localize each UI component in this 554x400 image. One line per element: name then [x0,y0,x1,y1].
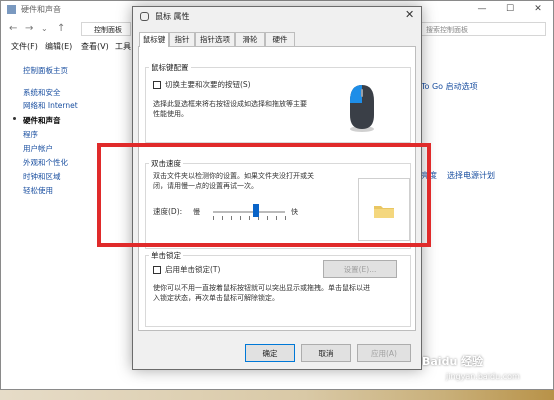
menu-file[interactable]: 文件(F) [11,41,38,52]
close-button[interactable]: ✕ [525,2,551,17]
menu-edit[interactable]: 编辑(E) [45,41,72,52]
to-go-startup-link[interactable]: To Go 启动选项 [421,81,478,92]
dialog-title: 鼠标 属性 [155,12,190,21]
address-field[interactable]: 控制面板 [81,22,131,36]
click-lock-checkbox[interactable] [153,266,161,274]
click-lock-settings-button[interactable]: 设置(E)... [323,260,397,278]
sidebar-item-accounts[interactable]: 用户帐户 [23,143,53,154]
up-arrow-icon[interactable]: ↑ [57,23,65,34]
menu-view[interactable]: 查看(V) [81,41,109,52]
sidebar-item-home[interactable]: 控制面板主页 [23,65,68,76]
click-lock-label[interactable]: 启用单击锁定(T) [165,265,220,275]
tab-pointer-options[interactable]: 指针选项 [195,32,235,46]
sidebar-item-clock[interactable]: 时钟和区域 [23,171,61,182]
cancel-button[interactable]: 取消 [301,344,351,362]
button-config-legend: 鼠标键配置 [149,62,191,73]
minimize-button[interactable]: — [469,2,495,17]
recent-dropdown-icon[interactable]: ⌄ [41,24,48,33]
annotation-highlight-box [97,143,431,247]
baidu-watermark: Baidu 经验 [422,355,484,368]
address-text: 控制面板 [94,26,122,34]
tab-buttons[interactable]: 鼠标键 [139,32,169,47]
maximize-button[interactable]: ☐ [497,2,523,17]
back-arrow-icon[interactable]: ← [9,23,17,34]
control-panel-icon [7,5,16,14]
ok-button[interactable]: 确定 [245,344,295,362]
sidebar-item-hardware: 硬件和声音 [23,116,61,125]
switch-buttons-label[interactable]: 切换主要和次要的按钮(S) [165,80,251,90]
window-title: 硬件和声音 [21,5,61,14]
apply-button[interactable]: 应用(A) [357,344,411,362]
click-lock-description: 使你可以不用一直按着鼠标按钮就可以突出显示或拖拽。单击鼠标以进 入锁定状态，再次… [153,284,370,302]
current-item-bullet-icon [13,117,16,120]
tab-wheel[interactable]: 滑轮 [235,32,265,46]
sidebar-item-programs[interactable]: 程序 [23,129,38,140]
mouse-icon [140,12,149,21]
power-plan-link[interactable]: 选择电源计划 [447,170,495,181]
switch-buttons-checkbox[interactable] [153,81,161,89]
tab-hardware[interactable]: 硬件 [265,32,295,46]
watermark-url: jingyan.baidu.com [446,372,520,381]
search-placeholder: 搜索控制面板 [426,26,468,34]
sidebar-item-appearance[interactable]: 外观和个性化 [23,157,68,168]
forward-arrow-icon[interactable]: → [25,23,33,34]
sidebar-item-ease-of-access[interactable]: 轻松使用 [23,185,53,196]
dialog-close-icon[interactable]: ✕ [405,8,414,21]
search-input[interactable]: 搜索控制面板 [421,22,546,36]
mouse-illustration-icon [350,85,374,132]
sidebar-item-security[interactable]: 系统和安全 [23,87,61,98]
tab-pointers[interactable]: 指针 [169,32,195,46]
switch-buttons-description: 选择此复选框来将右按钮设成如选择和拖放等主要 性能使用。 [153,100,307,118]
menu-tools[interactable]: 工具 [115,41,131,52]
sidebar-item-network[interactable]: 网络和 Internet [23,100,78,111]
click-lock-legend: 单击锁定 [149,250,183,261]
